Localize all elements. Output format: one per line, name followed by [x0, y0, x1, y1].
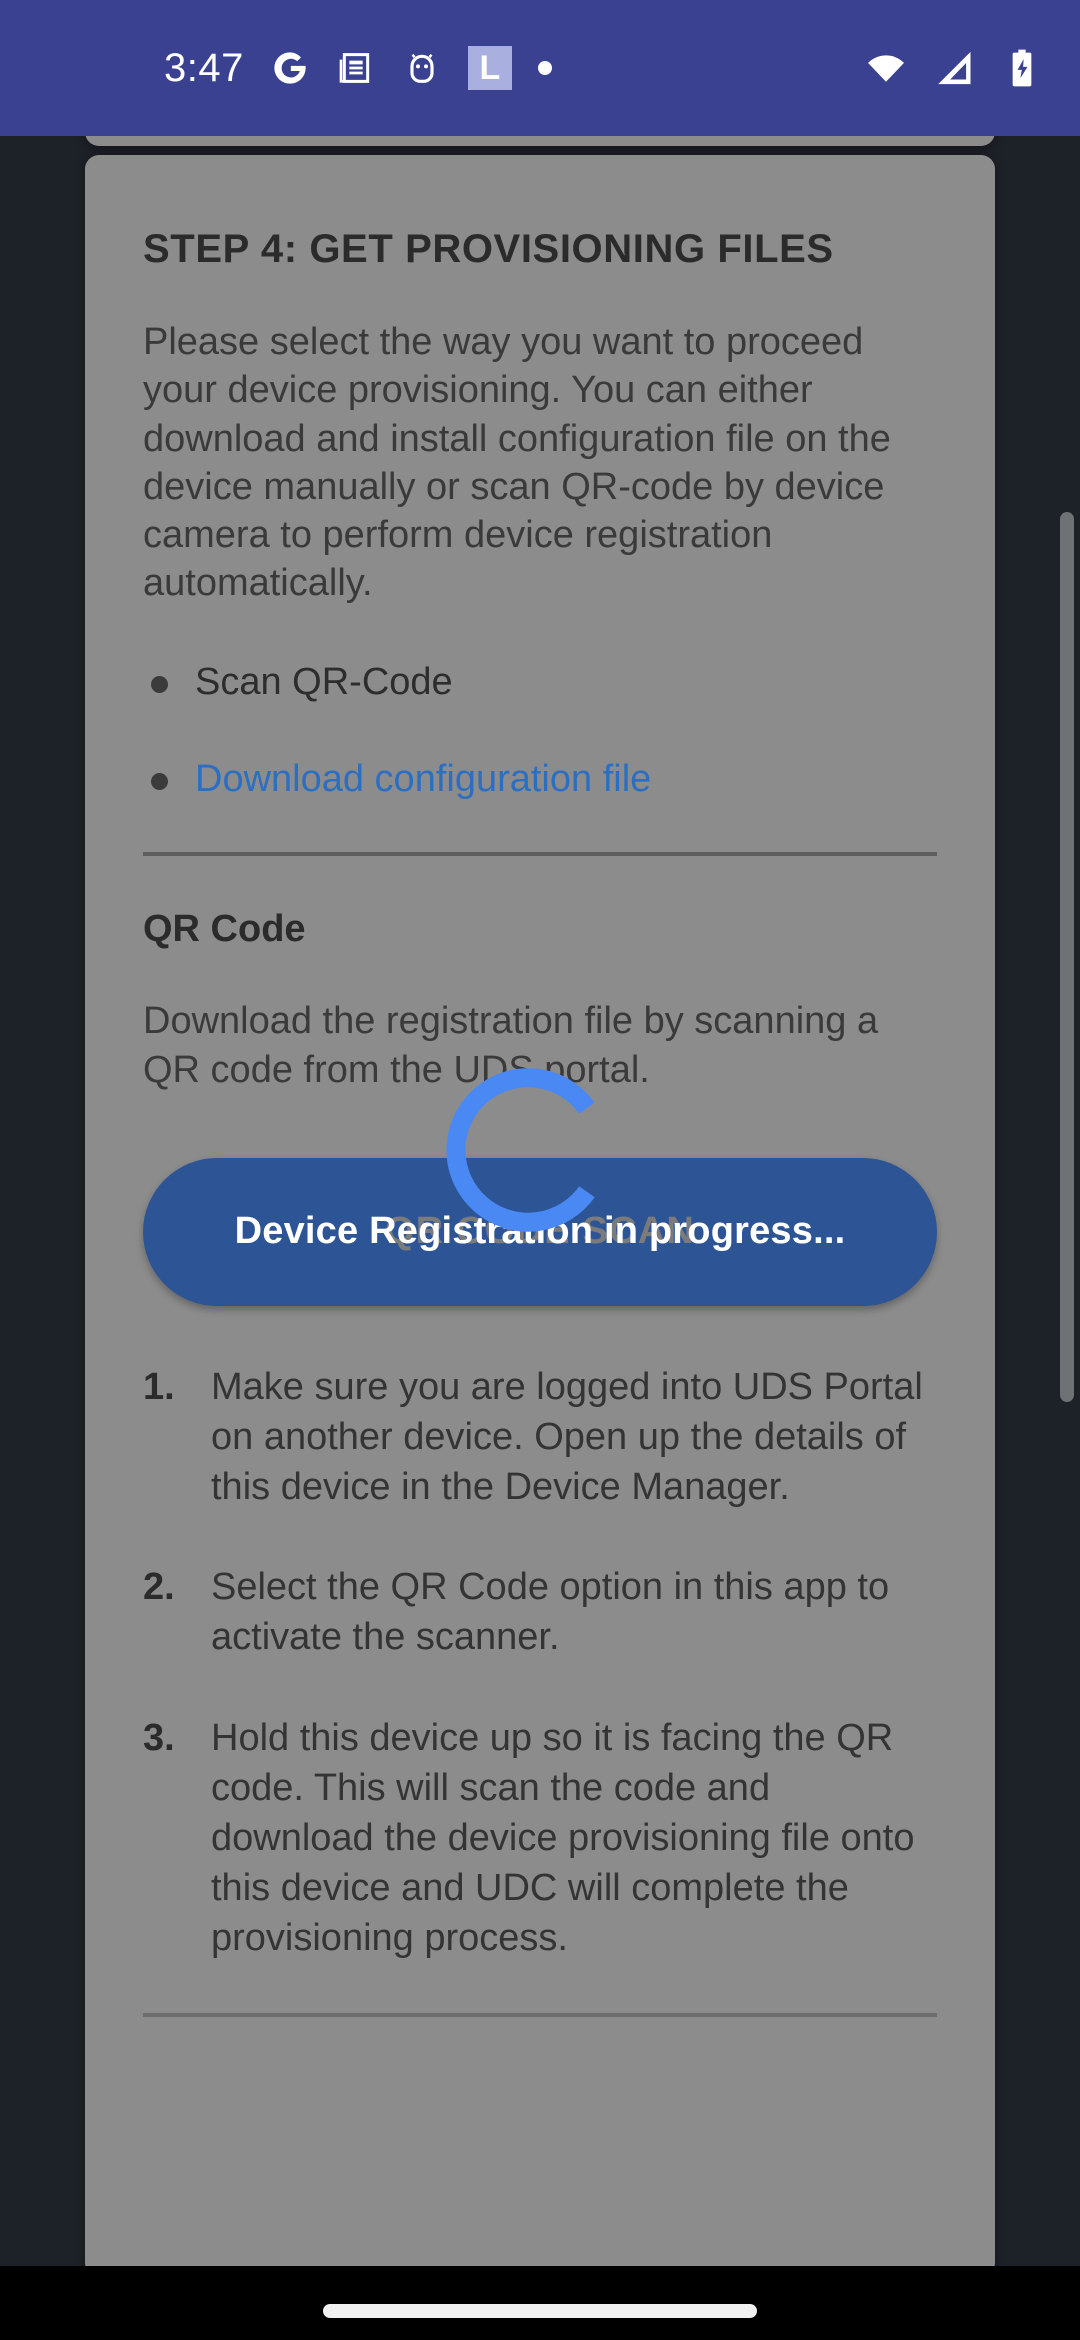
list-item-number: 2.	[143, 1566, 175, 1609]
list-item: 1. Make sure you are logged into UDS Por…	[143, 1362, 937, 1512]
card-bottom-divider	[143, 2013, 937, 2018]
news-article-icon	[336, 48, 376, 88]
intro-paragraph: Please select the way you want to procee…	[143, 321, 891, 605]
notification-dot-icon	[537, 61, 552, 75]
option-label: Scan QR-Code	[195, 660, 453, 703]
battery-charging-icon	[1000, 46, 1044, 90]
provisioning-options-list: Scan QR-Code Download configuration file	[143, 658, 937, 805]
cellular-signal-icon	[932, 46, 976, 90]
linkedin-badge-icon: L	[467, 46, 512, 90]
option-label-link[interactable]: Download configuration file	[195, 758, 651, 800]
list-item: 2. Select the QR Code option in this app…	[143, 1562, 937, 1662]
list-item: 3. Hold this device up so it is facing t…	[143, 1713, 937, 1964]
home-gesture-pill[interactable]	[323, 2304, 757, 2318]
list-item-text: Hold this device up so it is facing the …	[211, 1716, 915, 1960]
section-divider	[143, 852, 937, 857]
wifi-icon	[864, 46, 908, 90]
page-title: STEP 4: GET PROVISIONING FILES	[143, 227, 834, 271]
android-head-icon	[402, 48, 442, 88]
device-registration-status-label: Device Registration in progress...	[234, 1210, 846, 1253]
vertical-scrollbar-thumb[interactable]	[1060, 512, 1074, 1402]
status-bar: 3:47 L	[0, 0, 1080, 136]
phone-screen: 3:47 L STEP 4: GET PROVISIONING FILES Pl…	[0, 0, 1080, 2340]
list-item-number: 3.	[143, 1716, 175, 1759]
google-g-icon	[270, 48, 310, 88]
qr-code-paragraph: Download the registration file by scanni…	[143, 1000, 879, 1091]
qr-instructions-list: 1. Make sure you are logged into UDS Por…	[143, 1362, 937, 1964]
scroll-content[interactable]: STEP 4: GET PROVISIONING FILES Please se…	[0, 76, 1080, 2277]
status-bar-left: 3:47 L	[164, 46, 552, 91]
step-4-card: STEP 4: GET PROVISIONING FILES Please se…	[85, 155, 995, 2277]
qr-code-heading: QR Code	[143, 908, 306, 951]
qr-scan-button-wrapper[interactable]: QR CODE SCAN Device Registration in prog…	[143, 1157, 937, 1306]
list-item-number: 1.	[143, 1365, 175, 1408]
system-navigation-bar	[0, 2266, 1080, 2340]
option-download-configuration-file[interactable]: Download configuration file	[143, 755, 937, 804]
option-scan-qr-code[interactable]: Scan QR-Code	[143, 658, 937, 707]
status-bar-clock: 3:47	[164, 45, 244, 90]
list-item-text: Select the QR Code option in this app to…	[211, 1566, 890, 1659]
status-bar-right	[864, 46, 1044, 90]
list-item-text: Make sure you are logged into UDS Portal…	[211, 1365, 923, 1509]
